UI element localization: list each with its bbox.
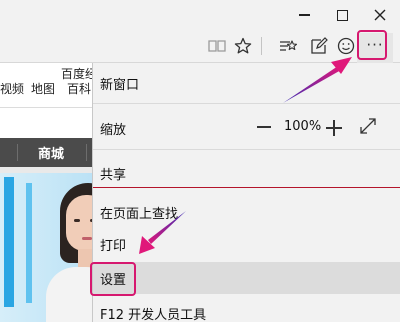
menu-item-share[interactable]: 共享 [93,158,400,188]
fullscreen-icon[interactable] [359,117,377,135]
feedback-smiley-icon [337,37,355,55]
banner-decoration [4,177,14,307]
menu-separator-accent [93,187,400,188]
title-bar [0,0,400,32]
minimize-button[interactable] [284,0,324,30]
photo-lip [82,237,92,240]
menu-item-label: 新窗口 [100,77,140,93]
zoom-value: 100% [284,119,322,134]
maximize-icon [336,9,348,21]
close-icon [374,9,386,21]
maximize-button[interactable] [322,0,362,30]
feedback-button[interactable] [334,34,358,58]
reading-view-icon [208,40,226,52]
web-note-icon [311,37,328,54]
more-actions-menu: 新窗口 缩放 100% 共享 在页面上查找 打印 设置 F12 开发人员工具 [92,63,400,322]
menu-item-zoom: 缩放 100% [93,113,400,143]
page-nav-video[interactable]: 视频 [0,80,24,97]
hub-button[interactable] [275,34,299,58]
menu-separator [93,103,400,104]
more-button-highlight [357,30,387,60]
reading-view-button[interactable] [205,34,229,58]
category-divider [17,144,18,161]
page-banner-photo [0,173,100,322]
settings-highlight [90,262,136,296]
web-note-button[interactable] [307,34,331,58]
page-divider [0,107,100,108]
menu-item-f12-dev-tools[interactable]: F12 开发人员工具 [93,300,400,322]
page-nav-mall[interactable]: 商城 [38,138,64,167]
menu-item-label: 共享 [100,167,127,183]
menu-item-label: 打印 [100,238,127,254]
hub-icon [280,40,297,51]
minimize-icon [298,14,310,16]
zoom-in-icon[interactable] [326,119,344,137]
menu-item-settings[interactable]: 设置 [93,262,400,294]
favorite-star-icon [234,37,252,54]
toolbar-separator [261,37,262,55]
menu-separator [93,149,400,150]
favorite-button[interactable] [231,34,255,58]
page-category-bar: 商城 [0,138,100,167]
banner-decoration [26,183,32,303]
menu-item-label: 在页面上查找 [100,206,179,222]
zoom-out-icon[interactable] [257,126,271,128]
edge-browser-window: ··· 百度经 视频 地图 百科 商城 新窗口 缩放 100% 共享 在页面上查… [0,0,400,322]
photo-eye [74,219,80,222]
page-nav-map[interactable]: 地图 [31,80,55,97]
menu-item-new-window[interactable]: 新窗口 [93,68,400,98]
category-divider [86,144,87,161]
page-nav-baike[interactable]: 百科 [67,80,91,97]
menu-item-print[interactable]: 打印 [93,229,400,259]
close-button[interactable] [360,0,400,30]
menu-item-find-on-page[interactable]: 在页面上查找 [93,197,400,227]
menu-item-label: F12 开发人员工具 [100,307,207,322]
menu-item-label: 缩放 [100,122,127,138]
